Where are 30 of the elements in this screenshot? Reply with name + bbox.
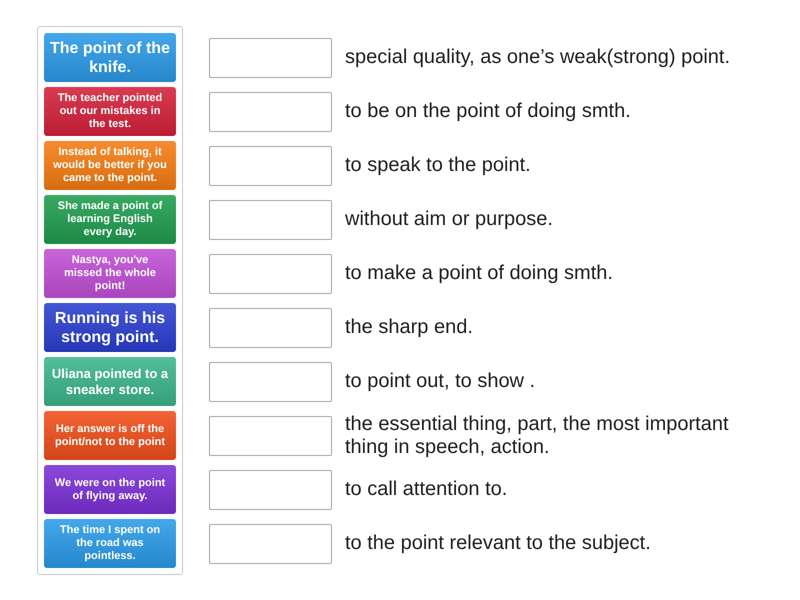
definition-text: the sharp end. bbox=[345, 316, 474, 339]
drop-box[interactable] bbox=[209, 416, 332, 456]
drop-box[interactable] bbox=[209, 308, 332, 348]
answer-tile[interactable]: Her answer is off the point/not to the point bbox=[44, 411, 176, 460]
answer-tile[interactable]: Uliana pointed to a sneaker store. bbox=[44, 357, 176, 406]
definition-text: to be on the point of doing smth. bbox=[345, 100, 632, 123]
answer-tile[interactable]: Running is his strong point. bbox=[44, 303, 176, 352]
answer-tile[interactable]: The teacher pointed out our mistakes in the test. bbox=[44, 87, 176, 136]
answer-tile[interactable]: She made a point of learning English every day. bbox=[44, 195, 176, 244]
drop-box[interactable] bbox=[209, 200, 332, 240]
definition-text: to make a point of doing smth. bbox=[345, 262, 614, 285]
drop-box[interactable] bbox=[209, 38, 332, 78]
answer-tile[interactable]: The point of the knife. bbox=[44, 33, 176, 82]
answer-tile[interactable]: The time I spent on the road was pointless. bbox=[44, 519, 176, 568]
drop-box[interactable] bbox=[209, 92, 332, 132]
drop-box[interactable] bbox=[209, 524, 332, 564]
answer-tile[interactable]: Nastya, you've missed the whole point! bbox=[44, 249, 176, 298]
definition-text: to call attention to. bbox=[345, 478, 508, 501]
answer-tile[interactable]: Instead of talking, it would be better if you came to the point. bbox=[44, 141, 176, 190]
definition-text: the essential thing, part, the most important thing in speech, action. bbox=[345, 412, 730, 458]
drop-box[interactable] bbox=[209, 362, 332, 402]
drop-box[interactable] bbox=[209, 470, 332, 510]
drop-box[interactable] bbox=[209, 254, 332, 294]
definition-text: to point out, to show . bbox=[345, 370, 536, 393]
definition-text: special quality, as one’s weak(strong) point. bbox=[345, 46, 732, 69]
definition-text: to the point relevant to the subject. bbox=[345, 532, 652, 555]
answer-tile[interactable]: We were on the point of flying away. bbox=[44, 465, 176, 514]
drop-box[interactable] bbox=[209, 146, 332, 186]
definition-text: to speak to the point. bbox=[345, 154, 532, 177]
definition-text: without aim or purpose. bbox=[345, 208, 554, 231]
